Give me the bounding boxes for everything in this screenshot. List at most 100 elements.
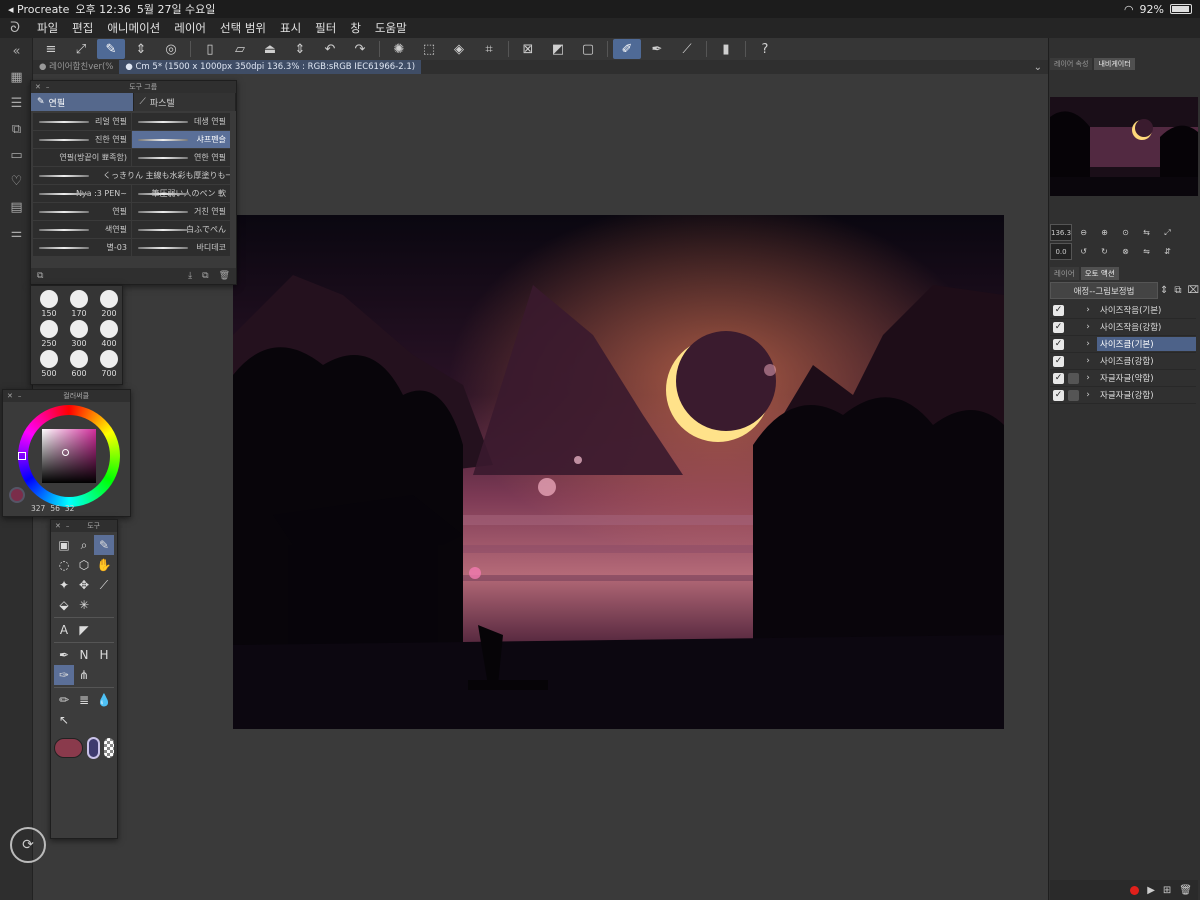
chevron-right-icon[interactable]: › [1083,373,1093,383]
lasso-icon[interactable]: ◌ [54,555,74,575]
sparkle-icon[interactable]: ✦ [54,575,74,595]
dialog-toggle[interactable] [1068,305,1079,316]
brush-size-option[interactable]: 200 [96,290,122,318]
dialog-toggle[interactable] [1068,356,1079,367]
chevron-down-icon[interactable]: ⌄ [1034,62,1048,73]
new-file-icon[interactable]: ▯ [196,39,224,59]
brush-item[interactable]: くっきりん 主線も水彩も厚塗りも一本で [33,167,230,184]
menu-help[interactable]: 도움말 [368,20,414,36]
chevron-right-icon[interactable]: › [1083,322,1093,332]
action-set-select[interactable]: 애정--그림보정법 [1050,282,1158,299]
action-row[interactable]: ✓ › 자글자글(약함) [1050,370,1196,387]
hamburger-menu-icon[interactable]: ≡ [37,39,65,59]
action-row[interactable]: ✓ › 사이즈큼(강함) [1050,353,1196,370]
chevron-right-icon[interactable]: › [1083,305,1093,315]
doc-tab-1[interactable]: ● 레이어합친ver(% [33,60,119,74]
zoom-icon[interactable]: ⌕ [74,535,94,555]
brush-item[interactable]: 별-03 [33,239,131,256]
action-row[interactable]: ✓ › 사이즈작음(기본) [1050,302,1196,319]
menu-view[interactable]: 표시 [273,20,308,36]
dialog-toggle[interactable] [1068,322,1079,333]
trash-icon[interactable]: 🗑 [219,271,230,281]
tab-auto-action[interactable]: 오토 액션 [1080,267,1119,280]
open-folder-icon[interactable]: ▱ [226,39,254,59]
menu-file[interactable]: 파일 [30,20,65,36]
action-checkbox[interactable]: ✓ [1053,338,1064,350]
pages-icon[interactable]: ▭ [0,142,33,168]
artwork-canvas[interactable] [233,215,1004,729]
app-logo-icon[interactable]: ᘐ [0,20,30,36]
dialog-toggle[interactable] [1068,339,1079,350]
fill-icon[interactable]: ◈ [445,39,473,59]
chevron-right-icon[interactable]: › [1083,339,1093,349]
crop-icon[interactable]: ⌗ [475,39,503,59]
action-row[interactable]: ✓ › 자글자글(강함) [1050,387,1196,404]
brush-item[interactable]: Nya :3 PEN~ [33,185,131,202]
tab-navigator[interactable]: 내비게이터 [1094,58,1135,70]
save-icon[interactable]: ⏏ [256,39,284,59]
fit-icon[interactable]: ⊙ [1116,224,1135,241]
fill-pen-icon[interactable]: ✏ [54,690,74,710]
minimize-icon[interactable]: – [66,522,70,530]
main-color-swatch[interactable] [54,738,83,758]
brush-item[interactable]: 색연필 [33,221,131,238]
sliders-icon[interactable]: ⚌ [0,220,33,246]
action-checkbox[interactable]: ✓ [1053,372,1064,384]
back-to-app-link[interactable]: ◂ Procreate [8,3,69,16]
ruler-icon[interactable]: H [94,645,114,665]
brush-size-option[interactable]: 250 [36,320,62,348]
blend-icon[interactable]: 💧 [94,690,114,710]
auto-select-icon[interactable]: ⬡ [74,555,94,575]
menu-selection[interactable]: 선택 범위 [213,20,273,36]
brush-item[interactable]: 연필 [33,203,131,220]
pen-tool-icon[interactable]: ⟋ [673,39,701,59]
action-checkbox[interactable]: ✓ [1053,355,1064,367]
menu-filter[interactable]: 필터 [308,20,343,36]
menu-animation[interactable]: 애니메이션 [100,20,167,36]
hue-ring[interactable] [18,405,120,507]
close-icon[interactable]: ✕ [35,83,41,91]
angle-field[interactable]: 0.0 [1050,243,1073,260]
redo-icon[interactable]: ↷ [346,39,374,59]
undo-icon[interactable]: ↶ [316,39,344,59]
dialog-toggle[interactable] [1068,372,1079,384]
rotate-left-icon[interactable]: ↺ [1074,243,1093,260]
close-icon[interactable]: ✕ [55,522,61,530]
flip-horizontal-icon[interactable]: ⇋ [1137,243,1156,260]
brush-item[interactable]: 筆圧弱い人のペン 軟 [132,185,230,202]
menu-window[interactable]: 창 [343,20,368,36]
saturation-value-square[interactable] [42,429,96,483]
pointer-icon[interactable]: ↖ [54,710,74,730]
scroll-arrows-icon[interactable]: ⇕ [127,39,155,59]
flip-vertical-icon[interactable]: ⇵ [1158,243,1177,260]
layers-icon[interactable]: ▦ [0,64,33,90]
companion-icon[interactable]: ◎ [157,39,185,59]
import-brush-icon[interactable]: ⤓ [188,271,192,281]
minimize-icon[interactable]: – [46,83,50,91]
menu-layer[interactable]: 레이어 [167,20,213,36]
collapse-left-icon[interactable]: « [0,38,33,64]
balloon-icon[interactable]: ◤ [74,620,94,640]
brush-size-option[interactable]: 300 [66,320,92,348]
action-copy-icon[interactable]: ⧉ [1174,285,1181,296]
invert-selection-icon[interactable]: ◩ [544,39,572,59]
materials-icon[interactable]: ⧉ [0,116,33,142]
reset-rotation-icon[interactable]: ⊗ [1116,243,1135,260]
brush-tool-icon[interactable]: ✒ [643,39,671,59]
brush-item[interactable]: 샤프펜슬 [132,131,230,148]
action-row[interactable]: ✓ › 사이즈큼(기본) [1050,336,1196,353]
record-icon[interactable] [1130,885,1140,895]
deselect-icon[interactable]: ⊠ [514,39,542,59]
menu-edit[interactable]: 편집 [65,20,100,36]
add-action-icon[interactable]: ⊞ [1163,885,1171,896]
zoom-field[interactable]: 136.3 [1050,224,1073,241]
brush-size-option[interactable]: 170 [66,290,92,318]
action-row[interactable]: ✓ › 사이즈작음(강함) [1050,319,1196,336]
rotate-right-icon[interactable]: ↻ [1095,243,1114,260]
brush-size-option[interactable]: 500 [36,350,62,378]
action-delete-icon[interactable]: ⌧ [1188,285,1200,296]
chevron-updown-icon[interactable]: ⇕ [1160,285,1168,296]
film-icon[interactable]: ▤ [0,194,33,220]
hand-icon[interactable]: ✋ [94,555,114,575]
curve-icon[interactable]: Ν [74,645,94,665]
